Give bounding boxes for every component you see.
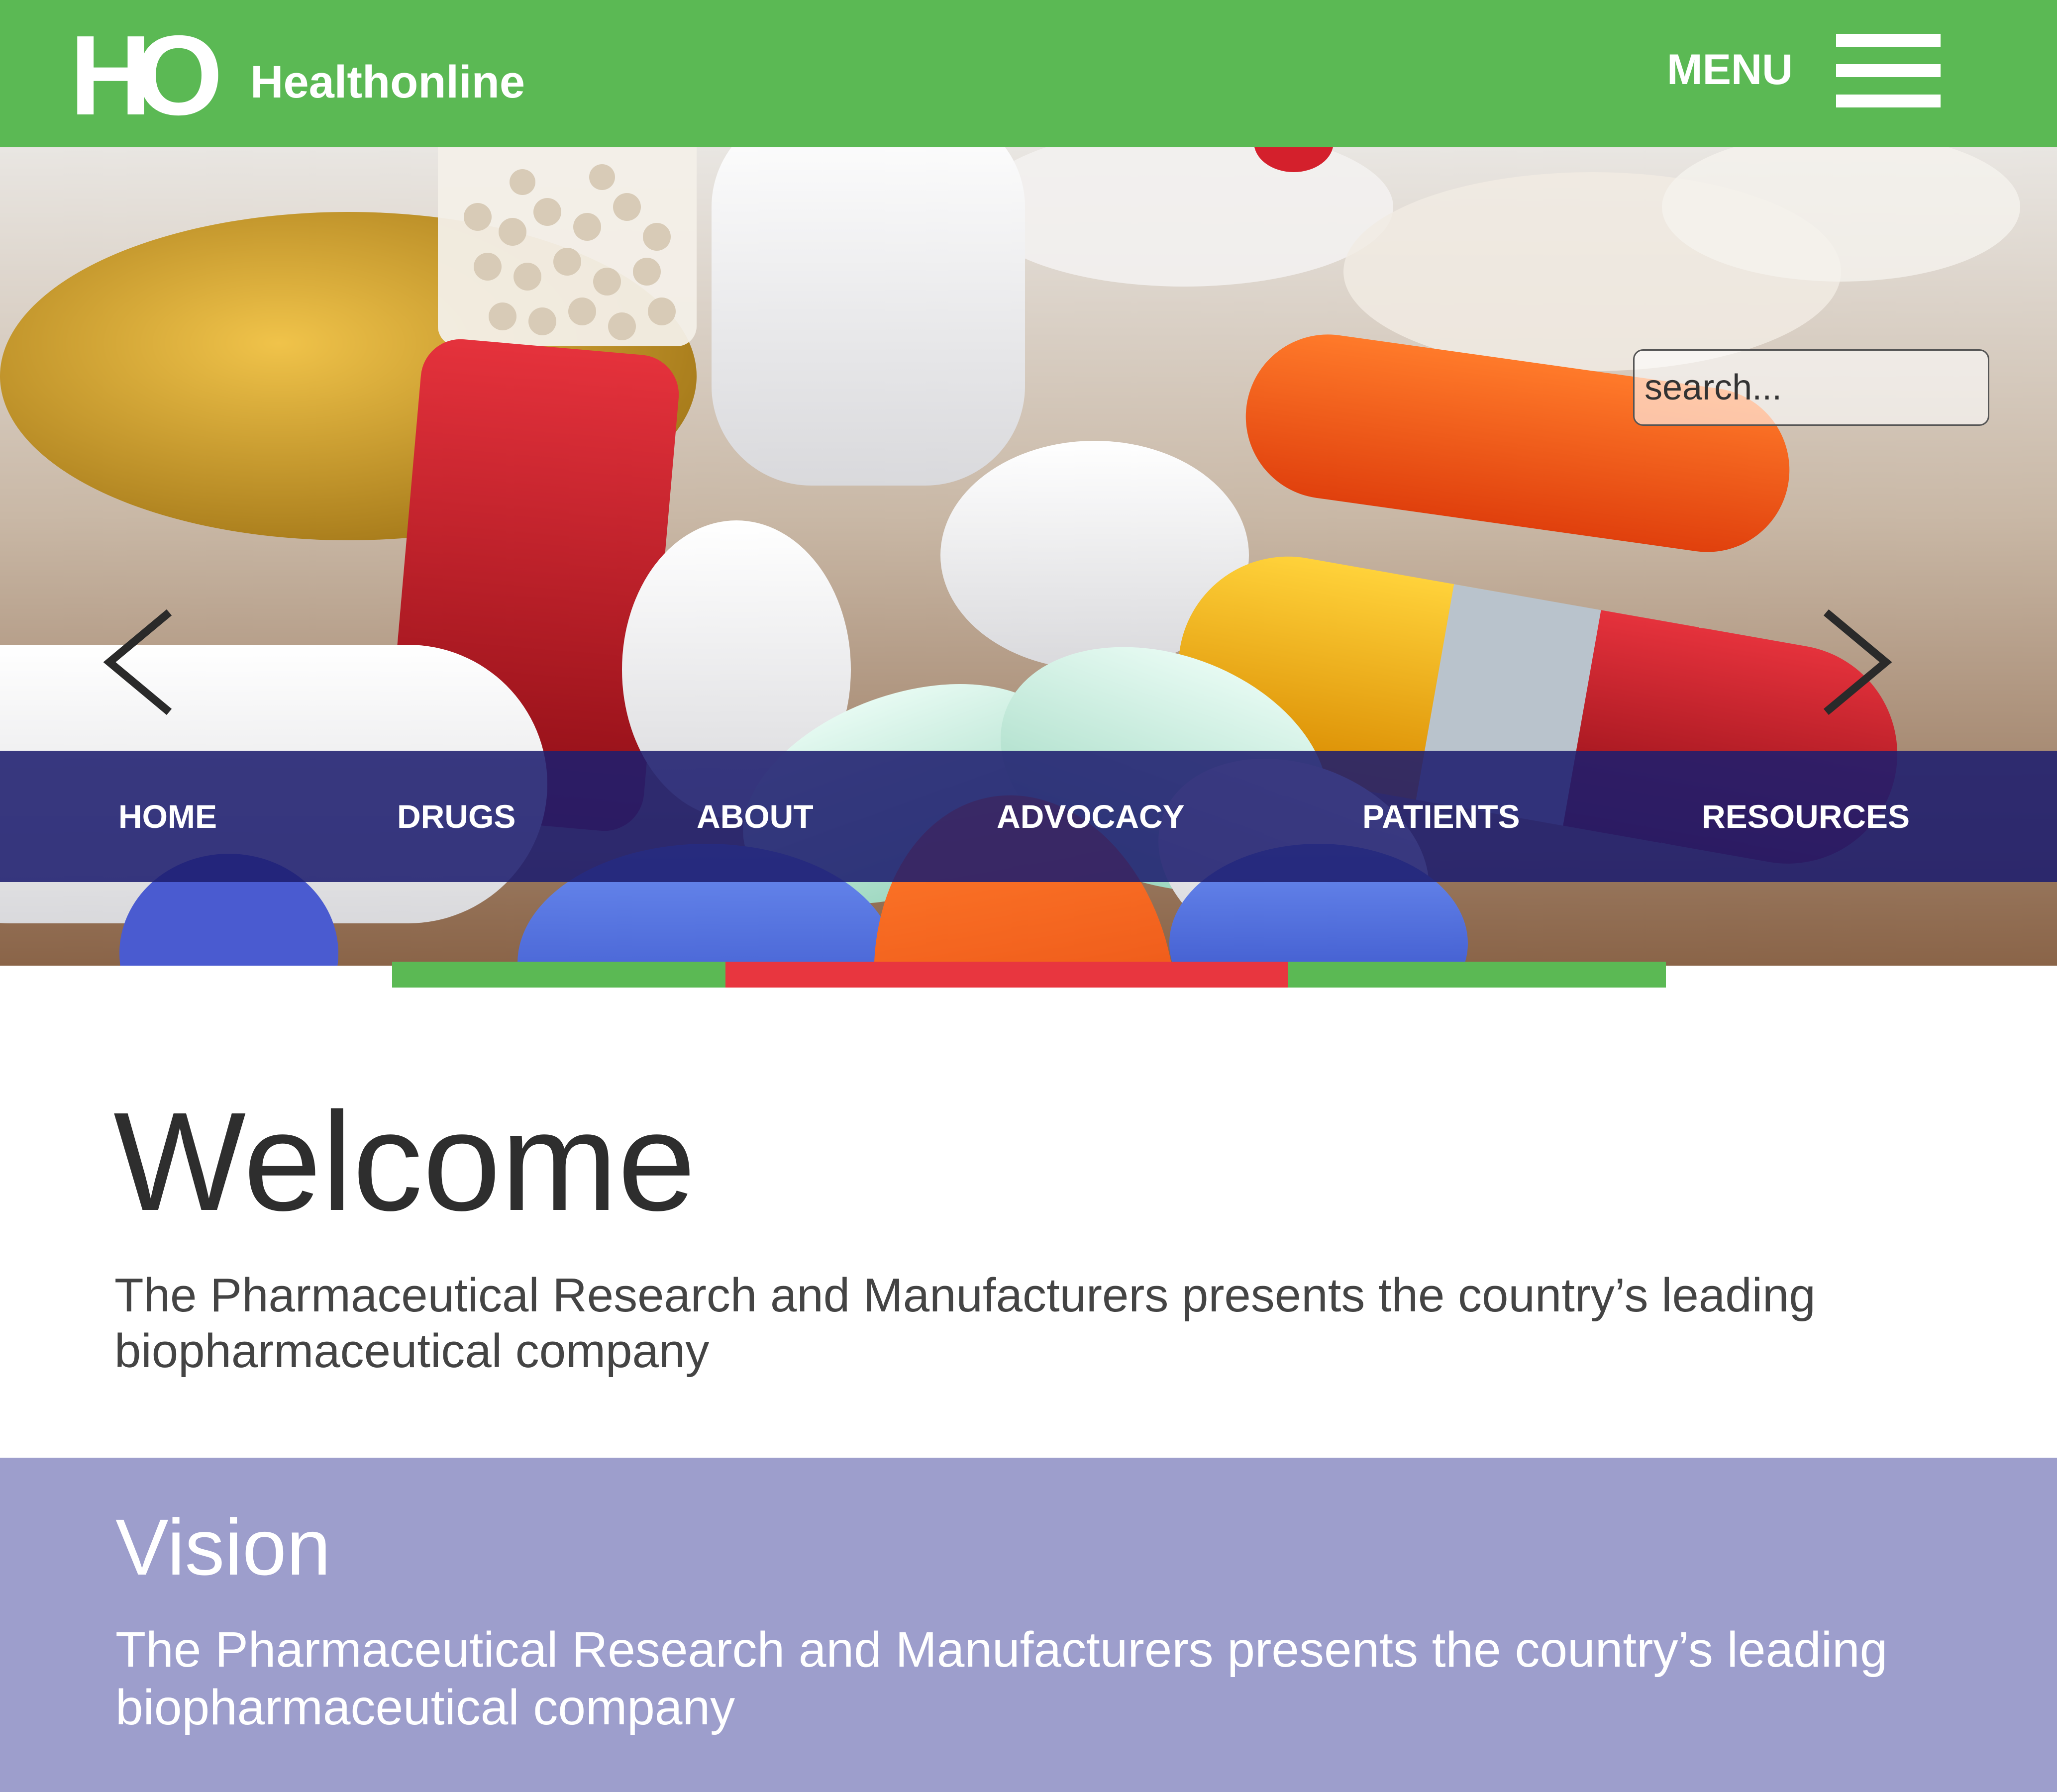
welcome-text: The Pharmaceutical Research and Manufact… — [114, 1269, 1816, 1378]
accent-bar-green-right — [1288, 962, 1666, 988]
welcome-heading: Welcome — [113, 1083, 696, 1240]
nav-item-advocacy[interactable]: ADVOCACY — [997, 751, 1185, 882]
menu-button[interactable]: MENU — [1667, 45, 1793, 95]
vision-section: Vision The Pharmaceutical Research and M… — [0, 1458, 2057, 1792]
nav-item-resources[interactable]: RESOURCES — [1702, 751, 1910, 882]
nav-item-about[interactable]: ABOUT — [697, 751, 814, 882]
brand-name[interactable]: Healthonline — [250, 55, 525, 109]
chevron-right-icon[interactable] — [1811, 602, 1911, 722]
main-nav: HOME DRUGS ABOUT ADVOCACY PATIENTS RESOU… — [0, 751, 2057, 882]
logo-mark[interactable]: HO — [70, 26, 224, 125]
nav-item-drugs[interactable]: DRUGS — [397, 751, 515, 882]
search-input[interactable] — [1633, 349, 1989, 426]
hamburger-icon[interactable] — [1836, 34, 1941, 107]
accent-bar-red — [725, 962, 1288, 988]
chevron-left-icon[interactable] — [95, 602, 194, 722]
vision-heading: Vision — [115, 1502, 331, 1592]
nav-item-patients[interactable]: PATIENTS — [1362, 751, 1520, 882]
accent-bar-green-left — [392, 962, 725, 988]
vision-text: The Pharmaceutical Research and Manufact… — [115, 1622, 1888, 1735]
site-header: HO Healthonline MENU — [0, 0, 2057, 147]
nav-item-home[interactable]: HOME — [118, 751, 217, 882]
